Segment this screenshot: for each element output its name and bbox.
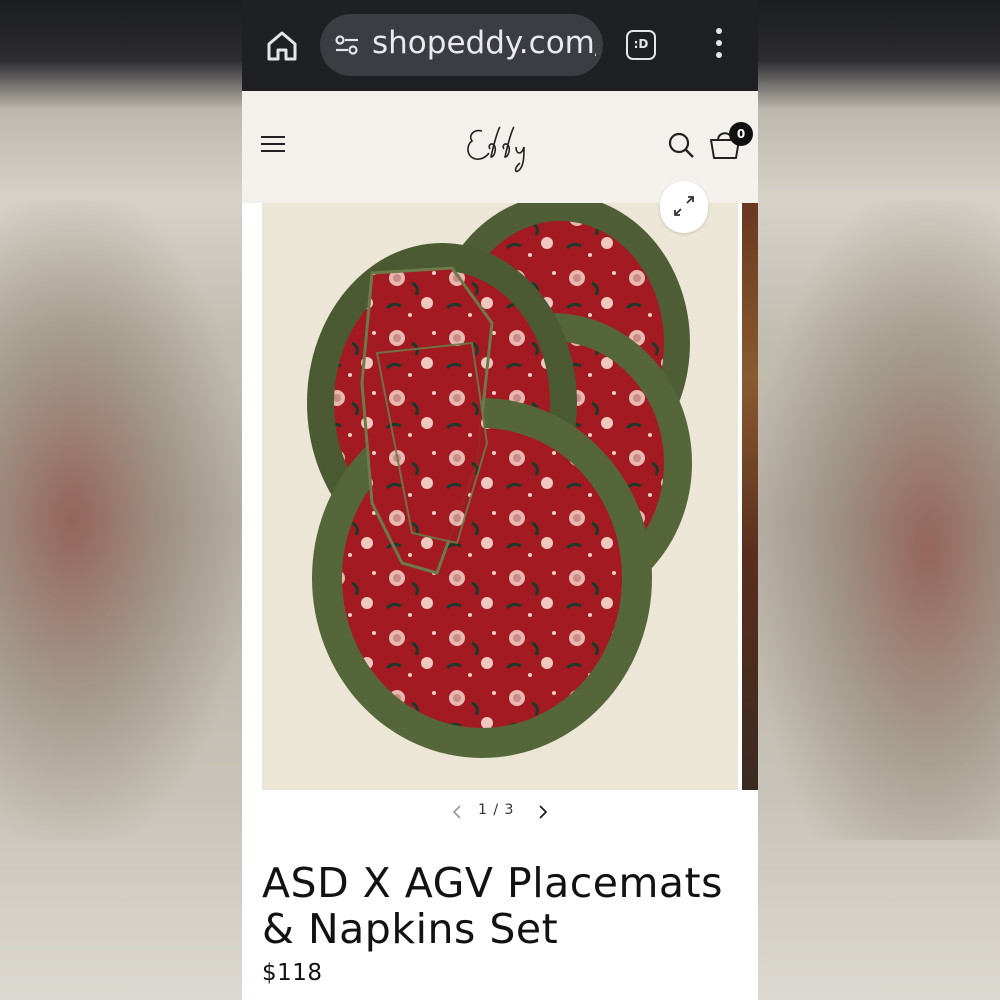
menu-icon[interactable] bbox=[261, 136, 285, 154]
pagination-count: 1 / 3 bbox=[478, 802, 515, 818]
expand-icon[interactable] bbox=[660, 181, 708, 233]
site-settings-icon[interactable] bbox=[334, 34, 360, 56]
browser-toolbar: shopeddy.com/ :D bbox=[242, 0, 758, 91]
backdrop-blur-left bbox=[0, 200, 242, 840]
chevron-left-icon[interactable] bbox=[450, 803, 464, 821]
product-image[interactable] bbox=[262, 203, 738, 790]
gallery-pagination: 1 / 3 bbox=[242, 797, 758, 827]
backdrop-blur-right bbox=[758, 200, 1000, 840]
product-gallery[interactable] bbox=[242, 181, 758, 790]
url-text[interactable]: shopeddy.com/ bbox=[372, 25, 596, 61]
search-icon[interactable] bbox=[667, 131, 695, 159]
eddy-logo[interactable] bbox=[460, 117, 540, 177]
address-bar[interactable]: shopeddy.com/ bbox=[320, 14, 603, 76]
cart-count-badge: 0 bbox=[729, 122, 753, 146]
placemat-illustration bbox=[307, 203, 692, 758]
more-vert-icon[interactable] bbox=[712, 28, 726, 62]
phone-screen: shopeddy.com/ :D 0 1 / 3 ASD X AGV Place… bbox=[242, 0, 758, 1000]
next-image-peek[interactable] bbox=[742, 203, 758, 790]
chevron-right-icon[interactable] bbox=[536, 803, 550, 821]
tab-switcher-icon[interactable]: :D bbox=[626, 30, 656, 60]
home-icon[interactable] bbox=[264, 28, 300, 64]
product-price: $118 bbox=[262, 960, 323, 986]
product-title: ASD X AGV Placemats & Napkins Set bbox=[262, 859, 723, 953]
